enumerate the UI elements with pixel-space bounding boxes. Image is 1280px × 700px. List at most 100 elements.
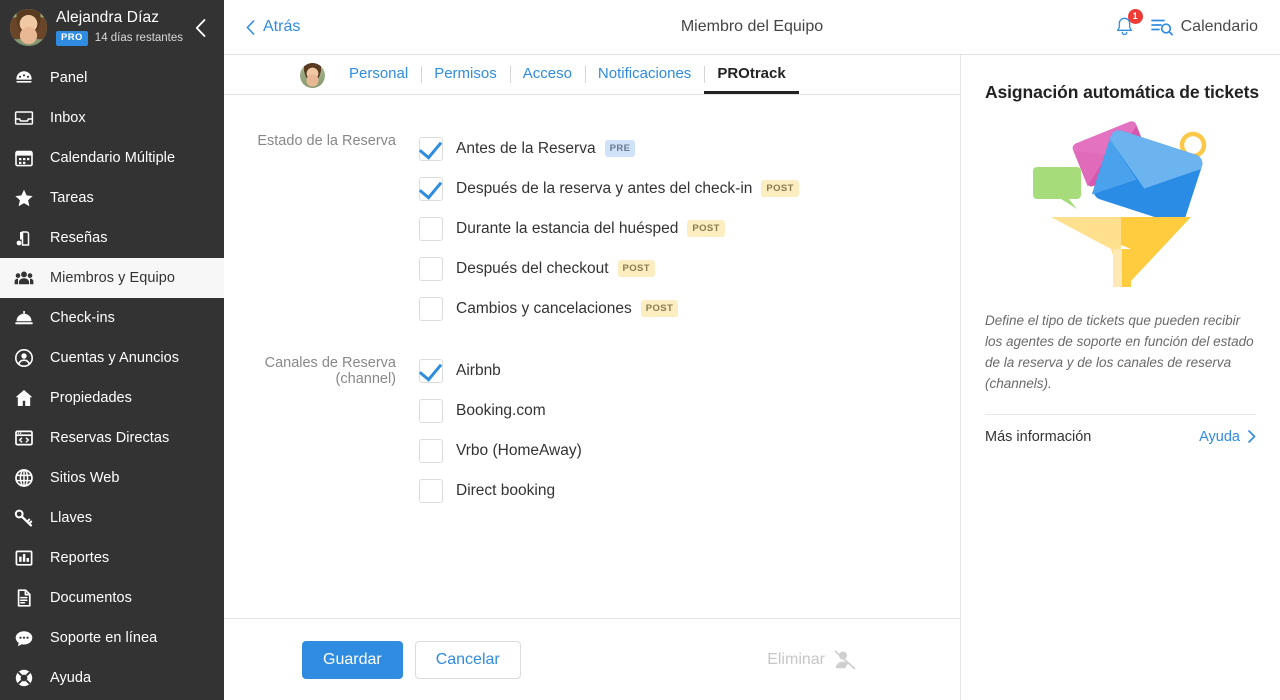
- sidebar-item-label: Reservas Directas: [50, 430, 170, 446]
- checkbox[interactable]: [419, 439, 443, 463]
- status-badge: POST: [687, 219, 725, 237]
- checkbox-label: Direct booking: [456, 482, 556, 499]
- delete-button[interactable]: Eliminar: [767, 650, 856, 670]
- sidebar-item-label: Miembros y Equipo: [50, 270, 175, 286]
- star-icon: [14, 188, 42, 208]
- tab-protrack[interactable]: PROtrack: [704, 65, 799, 94]
- tab-permisos[interactable]: Permisos: [421, 65, 510, 94]
- checkbox-label: Cambios y cancelaciones: [456, 300, 632, 317]
- globe-icon: [14, 468, 42, 488]
- checkbox-list: Antes de la Reserva PRE Después de la rese…: [419, 129, 960, 329]
- sidebar-item-sitios-web[interactable]: Sitios Web: [0, 458, 224, 498]
- sidebar-user-header[interactable]: Alejandra Díaz PRO 14 días restantes: [0, 0, 224, 55]
- checkbox-option[interactable]: Booking.com: [419, 391, 960, 431]
- sidebar-item-ayuda[interactable]: Ayuda: [0, 658, 224, 698]
- users-icon: [14, 268, 42, 288]
- sidebar-item-panel[interactable]: Panel: [0, 58, 224, 98]
- checkbox-option[interactable]: Después de la reserva y antes del check-…: [419, 169, 960, 209]
- checkbox-label: Vrbo (HomeAway): [456, 442, 582, 459]
- checkbox[interactable]: [419, 137, 443, 161]
- sidebar-item-llaves[interactable]: Llaves: [0, 498, 224, 538]
- sidebar-item-label: Reportes: [50, 550, 110, 566]
- sidebar-item-rese-as[interactable]: Reseñas: [0, 218, 224, 258]
- sidebar-item-label: Panel: [50, 70, 88, 86]
- funnel-tickets-illustration: [985, 117, 1256, 287]
- sidebar-item-reservas-directas[interactable]: Reservas Directas: [0, 418, 224, 458]
- checkbox[interactable]: [419, 217, 443, 241]
- tab-personal[interactable]: Personal: [336, 65, 421, 94]
- calendar-label: Calendario: [1180, 18, 1258, 35]
- help-link[interactable]: Ayuda: [1199, 429, 1256, 445]
- checkbox-option[interactable]: Direct booking: [419, 471, 960, 511]
- sidebar-item-calendario-m-ltiple[interactable]: Calendario Múltiple: [0, 138, 224, 178]
- chat-icon: [14, 628, 42, 648]
- notifications-button[interactable]: 1: [1114, 9, 1143, 38]
- sidebar-item-propiedades[interactable]: Propiedades: [0, 378, 224, 418]
- topbar: Atrás Miembro del Equipo 1 Calendario: [224, 0, 1280, 55]
- sidebar-item-label: Documentos: [50, 590, 132, 606]
- chevron-right-icon: [1248, 430, 1256, 443]
- checkbox-option[interactable]: Durante la estancia del huésped POST: [419, 209, 960, 249]
- info-panel-description: Define el tipo de tickets que pueden rec…: [985, 313, 1254, 391]
- chevron-left-icon[interactable]: [190, 16, 210, 40]
- cancel-button[interactable]: Cancelar: [414, 640, 521, 679]
- notification-count-badge: 1: [1127, 9, 1143, 24]
- avatar: [10, 9, 47, 46]
- plan-badge: PRO: [56, 30, 88, 46]
- sidebar-item-label: Reseñas: [50, 230, 108, 246]
- status-badge: POST: [617, 259, 655, 277]
- sidebar-item-documentos[interactable]: Documentos: [0, 578, 224, 618]
- lifebuoy-icon: [14, 668, 42, 688]
- sidebar-item-cuentas-y-anuncios[interactable]: Cuentas y Anuncios: [0, 338, 224, 378]
- save-button[interactable]: Guardar: [302, 640, 403, 679]
- sidebar-item-check-ins[interactable]: Check-ins: [0, 298, 224, 338]
- checkbox[interactable]: [419, 399, 443, 423]
- sidebar-item-miembros-y-equipo[interactable]: Miembros y Equipo: [0, 258, 224, 298]
- delete-label: Eliminar: [767, 650, 825, 668]
- checkbox[interactable]: [419, 177, 443, 201]
- back-button[interactable]: Atrás: [224, 18, 300, 36]
- code-window-icon: [14, 428, 42, 448]
- checkbox-label: Antes de la Reserva: [456, 140, 596, 157]
- calendar-icon: [14, 148, 42, 168]
- checkbox[interactable]: [419, 297, 443, 321]
- content-row: Personal Permisos Acceso Notificaciones PROt…: [224, 55, 1280, 700]
- sidebar-item-label: Ayuda: [50, 670, 92, 686]
- back-label: Atrás: [263, 18, 301, 35]
- checkbox-label: Airbnb: [456, 362, 501, 379]
- sidebar-item-soporte-en-l-nea[interactable]: Soporte en línea: [0, 618, 224, 658]
- field-label: Estado de la Reserva: [257, 133, 396, 149]
- checkbox-option[interactable]: Airbnb: [419, 351, 960, 391]
- tab-notificaciones[interactable]: Notificaciones: [584, 65, 704, 94]
- checkbox-option[interactable]: Antes de la Reserva PRE: [419, 129, 960, 169]
- calendar-search-icon: [1150, 19, 1173, 36]
- status-badge: PRE: [604, 139, 636, 157]
- document-icon: [14, 588, 42, 608]
- sidebar-item-label: Inbox: [50, 110, 86, 126]
- calendar-button[interactable]: Calendario: [1150, 18, 1258, 36]
- tab-acceso[interactable]: Acceso: [509, 65, 585, 94]
- form-footer: Guardar Cancelar Eliminar: [224, 618, 960, 700]
- checkbox[interactable]: [419, 257, 443, 281]
- checkbox-option[interactable]: Cambios y cancelaciones POST: [419, 289, 960, 329]
- checkbox-label: Después del checkout: [456, 260, 609, 277]
- status-badge: POST: [640, 299, 679, 317]
- sidebar-item-label: Propiedades: [50, 390, 132, 406]
- dashboard-icon: [14, 68, 42, 88]
- user-remove-icon: [834, 650, 856, 669]
- sidebar-item-label: Sitios Web: [50, 470, 120, 486]
- checkbox-option[interactable]: Vrbo (HomeAway): [419, 431, 960, 471]
- tab-bar: Personal Permisos Acceso Notificaciones PROt…: [224, 55, 960, 95]
- sidebar-item-tareas[interactable]: Tareas: [0, 178, 224, 218]
- field-group: Canales de Reserva (channel) Airbnb Bookin…: [224, 351, 960, 511]
- checkbox[interactable]: [419, 359, 443, 383]
- sidebar-item-inbox[interactable]: Inbox: [0, 98, 224, 138]
- sidebar-item-label: Llaves: [50, 510, 93, 526]
- bell-service-icon: [14, 308, 42, 328]
- sidebar-item-reportes[interactable]: Reportes: [0, 538, 224, 578]
- sidebar-item-label: Check-ins: [50, 310, 115, 326]
- inbox-icon: [14, 108, 42, 128]
- checkbox[interactable]: [419, 479, 443, 503]
- checkbox-option[interactable]: Después del checkout POST: [419, 249, 960, 289]
